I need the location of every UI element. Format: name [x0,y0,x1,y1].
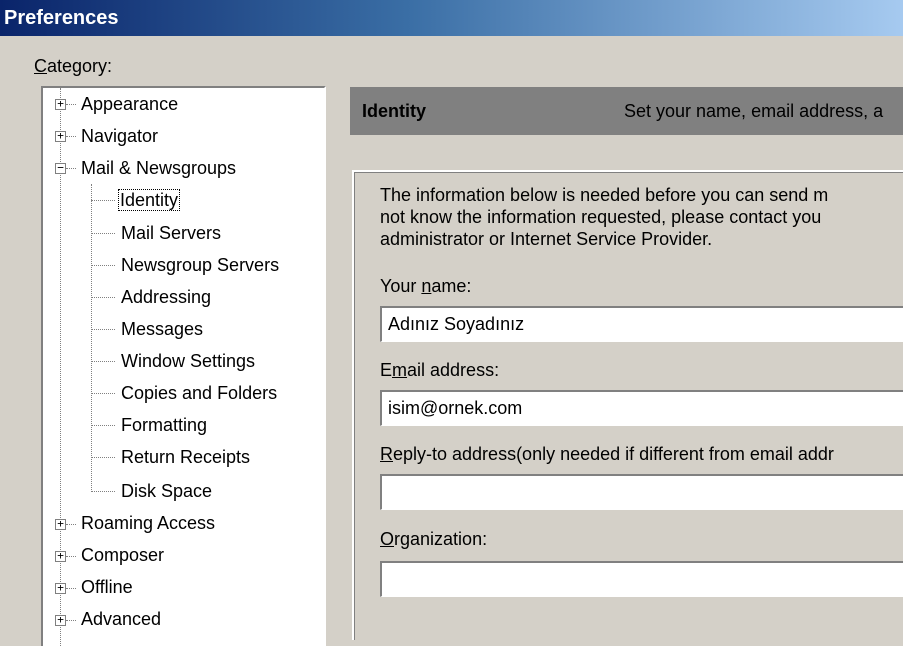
organization-input[interactable] [380,561,903,597]
tree-item-appearance[interactable]: Appearance [81,89,178,120]
expand-roaming-access-icon[interactable]: + [55,518,66,530]
tree-item-formatting[interactable]: Formatting [121,410,207,441]
info-line: not know the information requested, plea… [380,207,822,227]
tree-item-newsgroup-servers[interactable]: Newsgroup Servers [121,250,279,281]
tree-item-advanced[interactable]: Advanced [81,604,161,635]
category-label: Category: [34,56,113,76]
your-name-input[interactable]: Adınız Soyadınız [380,306,903,342]
reply-to-input[interactable] [380,474,903,510]
expand-appearance-icon[interactable]: + [55,98,66,110]
email-address-input[interactable]: isim@ornek.com [380,390,903,426]
tree-item-return-receipts[interactable]: Return Receipts [121,442,250,473]
your-name-label: Your name: [380,276,472,296]
tree-item-composer[interactable]: Composer [81,540,164,571]
info-text: The information below is needed before y… [380,184,903,250]
tree-item-mail-servers[interactable]: Mail Servers [121,218,221,249]
tree-item-identity[interactable]: Identity [117,185,181,216]
tree-item-addressing[interactable]: Addressing [121,282,211,313]
tree-item-copies-folders[interactable]: Copies and Folders [121,378,277,409]
info-line: administrator or Internet Service Provid… [380,229,713,249]
tree-item-navigator[interactable]: Navigator [81,121,158,152]
tree-item-roaming-access[interactable]: Roaming Access [81,508,215,539]
category-tree[interactable]: + Appearance + Navigator − Mail & Newsgr… [41,86,326,646]
tree-item-mail-newsgroups[interactable]: Mail & Newsgroups [81,153,236,184]
panel-title: Identity [362,100,427,121]
panel-header: Identity Set your name, email address, a [350,87,903,135]
collapse-mail-newsgroups-icon[interactable]: − [55,162,66,174]
window-titlebar: Preferences [0,0,903,36]
expand-navigator-icon[interactable]: + [55,130,66,142]
email-address-label: Email address: [380,360,500,380]
reply-to-label: Reply-to address(only needed if differen… [380,444,834,464]
panel-description: Set your name, email address, a [624,100,884,121]
info-line: The information below is needed before y… [380,185,829,205]
tree-item-messages[interactable]: Messages [121,314,203,345]
tree-item-window-settings[interactable]: Window Settings [121,346,255,377]
window-title: Preferences [4,6,119,29]
expand-offline-icon[interactable]: + [55,582,66,594]
tree-item-disk-space[interactable]: Disk Space [121,476,212,507]
expand-composer-icon[interactable]: + [55,550,66,562]
organization-label: Organization: [380,529,488,549]
tree-item-offline[interactable]: Offline [81,572,133,603]
